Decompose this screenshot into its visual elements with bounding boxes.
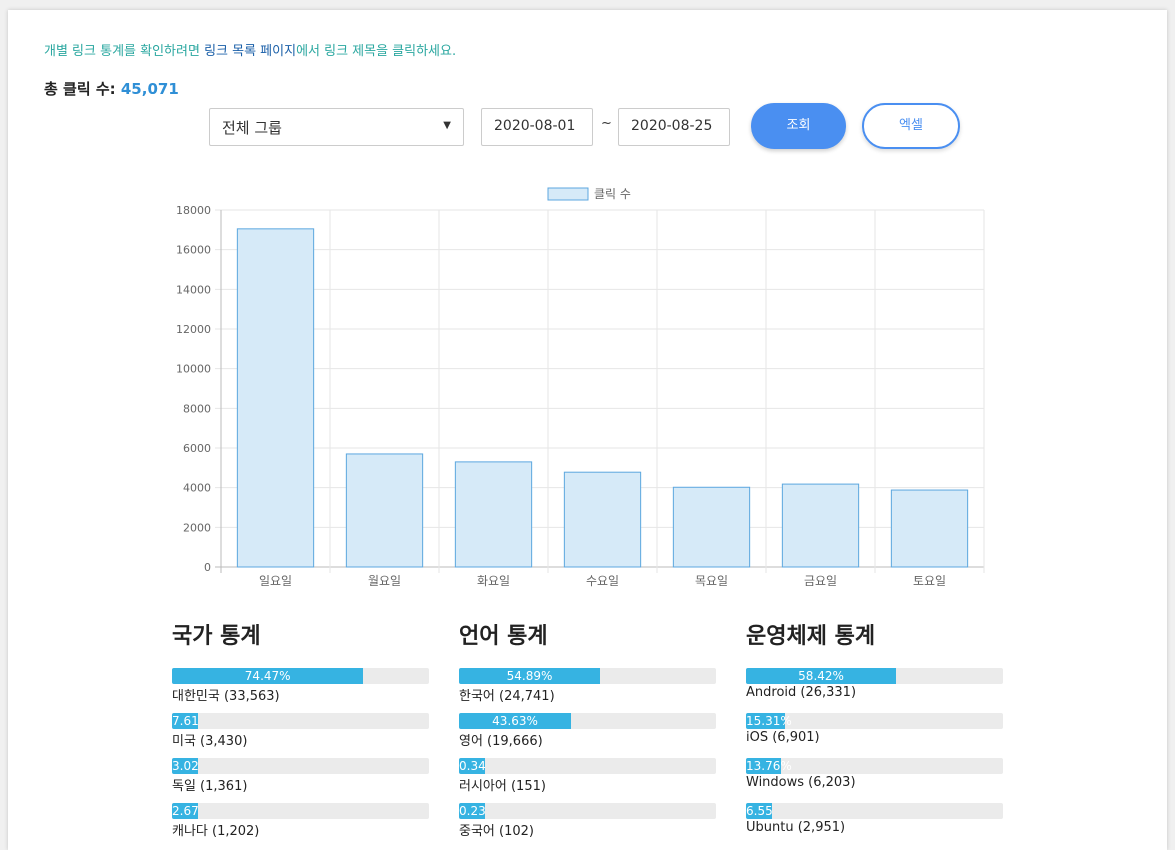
- stat-bar-track: 54.89%: [459, 668, 716, 684]
- x-tick-label: 월요일: [368, 574, 401, 588]
- stat-bar-track: 0.34: [459, 758, 716, 774]
- search-button[interactable]: 조회: [751, 103, 846, 149]
- stat-item: 15.31% iOS (6,901): [746, 713, 1003, 745]
- end-date-input[interactable]: 2020-08-25: [618, 108, 730, 146]
- stat-label: Android (26,331): [746, 685, 857, 700]
- stat-bar-track: 58.42%: [746, 668, 1003, 684]
- stat-bar-track: 43.63%: [459, 713, 716, 729]
- x-tick-label: 화요일: [477, 574, 510, 588]
- x-tick-label: 목요일: [695, 574, 728, 588]
- stat-bar-fill: 6.55: [746, 803, 773, 819]
- stat-bar-track: 74.47%: [172, 668, 429, 684]
- stat-item: 7.61 미국 (3,430): [172, 713, 429, 749]
- x-tick-label: 토요일: [913, 574, 946, 588]
- stat-label: 캐나다 (1,202): [172, 824, 260, 839]
- stat-label: iOS (6,901): [746, 730, 820, 745]
- stat-label: 영어 (19,666): [459, 734, 543, 749]
- bar-4: [672, 486, 751, 568]
- stat-bar-fill: 43.63%: [459, 713, 572, 729]
- stat-label: Ubuntu (2,951): [746, 820, 846, 835]
- stat-bar-track: 15.31%: [746, 713, 1003, 729]
- stat-bar-fill: 58.42%: [746, 668, 897, 684]
- stat-bar-fill: 7.61: [172, 713, 199, 729]
- bar-5: [781, 483, 860, 568]
- y-tick-label: 4000: [183, 482, 211, 495]
- group-select-value: 전체 그룹: [222, 119, 282, 137]
- total-clicks: 총 클릭 수: 45,071: [44, 78, 179, 99]
- x-tick-label: 일요일: [259, 574, 292, 588]
- y-tick-label: 6000: [183, 442, 211, 455]
- stat-bar-fill: 3.02: [172, 758, 199, 774]
- stat-label: 대한민국 (33,563): [172, 689, 280, 704]
- stat-label: 한국어 (24,741): [459, 689, 555, 704]
- stat-column-title: 언어 통계: [459, 624, 548, 649]
- stat-item: 54.89% 한국어 (24,741): [459, 668, 716, 704]
- start-date-input[interactable]: 2020-08-01: [481, 108, 593, 146]
- stat-column-title: 국가 통계: [172, 624, 261, 649]
- excel-button[interactable]: 엑셀: [862, 103, 960, 149]
- stat-column-0: 국가 통계 74.47% 대한민국 (33,563) 7.61 미국 (3,430) 3.…: [172, 618, 429, 839]
- stats-card: 개별 링크 통계를 확인하려면 링크 목록 페이지에서 링크 제목을 클릭하세요…: [8, 10, 1167, 850]
- stat-bar-track: 2.67: [172, 803, 429, 819]
- total-clicks-label: 총 클릭 수:: [44, 80, 121, 98]
- stat-bar-fill: 0.23: [459, 803, 486, 819]
- x-tick-label: 금요일: [804, 574, 837, 588]
- notice-text: 개별 링크 통계를 확인하려면 링크 목록 페이지에서 링크 제목을 클릭하세요…: [44, 40, 456, 59]
- stat-label: 중국어 (102): [459, 824, 534, 839]
- bar-2: [454, 461, 533, 568]
- y-tick-label: 14000: [176, 283, 211, 296]
- stat-bar-fill: 0.34: [459, 758, 486, 774]
- y-tick-label: 0: [204, 561, 211, 574]
- stat-bar-fill: 15.31%: [746, 713, 792, 729]
- stat-item: 58.42% Android (26,331): [746, 668, 1003, 700]
- y-tick-label: 12000: [176, 323, 211, 336]
- stat-label: 러시아어 (151): [459, 779, 546, 794]
- bar-1: [345, 453, 424, 568]
- stat-bar-fill: 2.67: [172, 803, 199, 819]
- stat-item: 2.67 캐나다 (1,202): [172, 803, 429, 839]
- stat-bar-track: 6.55: [746, 803, 1003, 819]
- stat-column-title: 운영체제 통계: [746, 624, 876, 649]
- chevron-down-icon: ▼: [443, 120, 451, 131]
- legend-swatch: [547, 187, 589, 201]
- y-tick-label: 18000: [176, 204, 211, 217]
- legend-label: 클릭 수: [594, 187, 631, 201]
- date-separator: ~: [601, 116, 612, 131]
- stat-bar-track: 3.02: [172, 758, 429, 774]
- notice-before: 개별 링크 통계를 확인하려면: [44, 44, 205, 59]
- y-tick-label: 16000: [176, 244, 211, 257]
- stat-label: 미국 (3,430): [172, 734, 248, 749]
- stat-label: 독일 (1,361): [172, 779, 248, 794]
- bar-3: [563, 471, 642, 568]
- x-tick-label: 수요일: [586, 574, 619, 588]
- stat-item: 3.02 독일 (1,361): [172, 758, 429, 794]
- stat-bar-track: 7.61: [172, 713, 429, 729]
- link-list-page-link[interactable]: 링크 목록 페이지: [204, 44, 296, 59]
- stat-bar-track: 0.23: [459, 803, 716, 819]
- stat-item: 6.55 Ubuntu (2,951): [746, 803, 1003, 835]
- stat-item: 0.34 러시아어 (151): [459, 758, 716, 794]
- stat-item: 0.23 중국어 (102): [459, 803, 716, 839]
- total-clicks-value: 45,071: [120, 80, 179, 98]
- stat-item: 13.76% Windows (6,203): [746, 758, 1003, 790]
- stat-column-2: 운영체제 통계 58.42% Android (26,331) 15.31% iOS (…: [746, 618, 1003, 835]
- y-tick-label: 2000: [183, 521, 211, 534]
- click-bar-chart: 클릭 수 18000 16000 14000 12000 10000 8000 6000 400…: [176, 187, 985, 588]
- stat-item: 74.47% 대한민국 (33,563): [172, 668, 429, 704]
- notice-after: 에서 링크 제목을 클릭하세요.: [296, 44, 457, 59]
- group-select[interactable]: 전체 그룹 ▼: [209, 108, 464, 146]
- stat-item: 43.63% 영어 (19,666): [459, 713, 716, 749]
- bar-0: [236, 228, 315, 568]
- stat-bar-fill: 13.76%: [746, 758, 792, 774]
- stat-bar-fill: 54.89%: [459, 668, 601, 684]
- bar-6: [890, 489, 969, 568]
- y-tick-label: 8000: [183, 402, 211, 415]
- stat-bar-track: 13.76%: [746, 758, 1003, 774]
- y-tick-label: 10000: [176, 363, 211, 376]
- stat-column-1: 언어 통계 54.89% 한국어 (24,741) 43.63% 영어 (19,666)…: [459, 618, 716, 839]
- stat-bar-fill: 74.47%: [172, 668, 364, 684]
- stat-label: Windows (6,203): [746, 775, 856, 790]
